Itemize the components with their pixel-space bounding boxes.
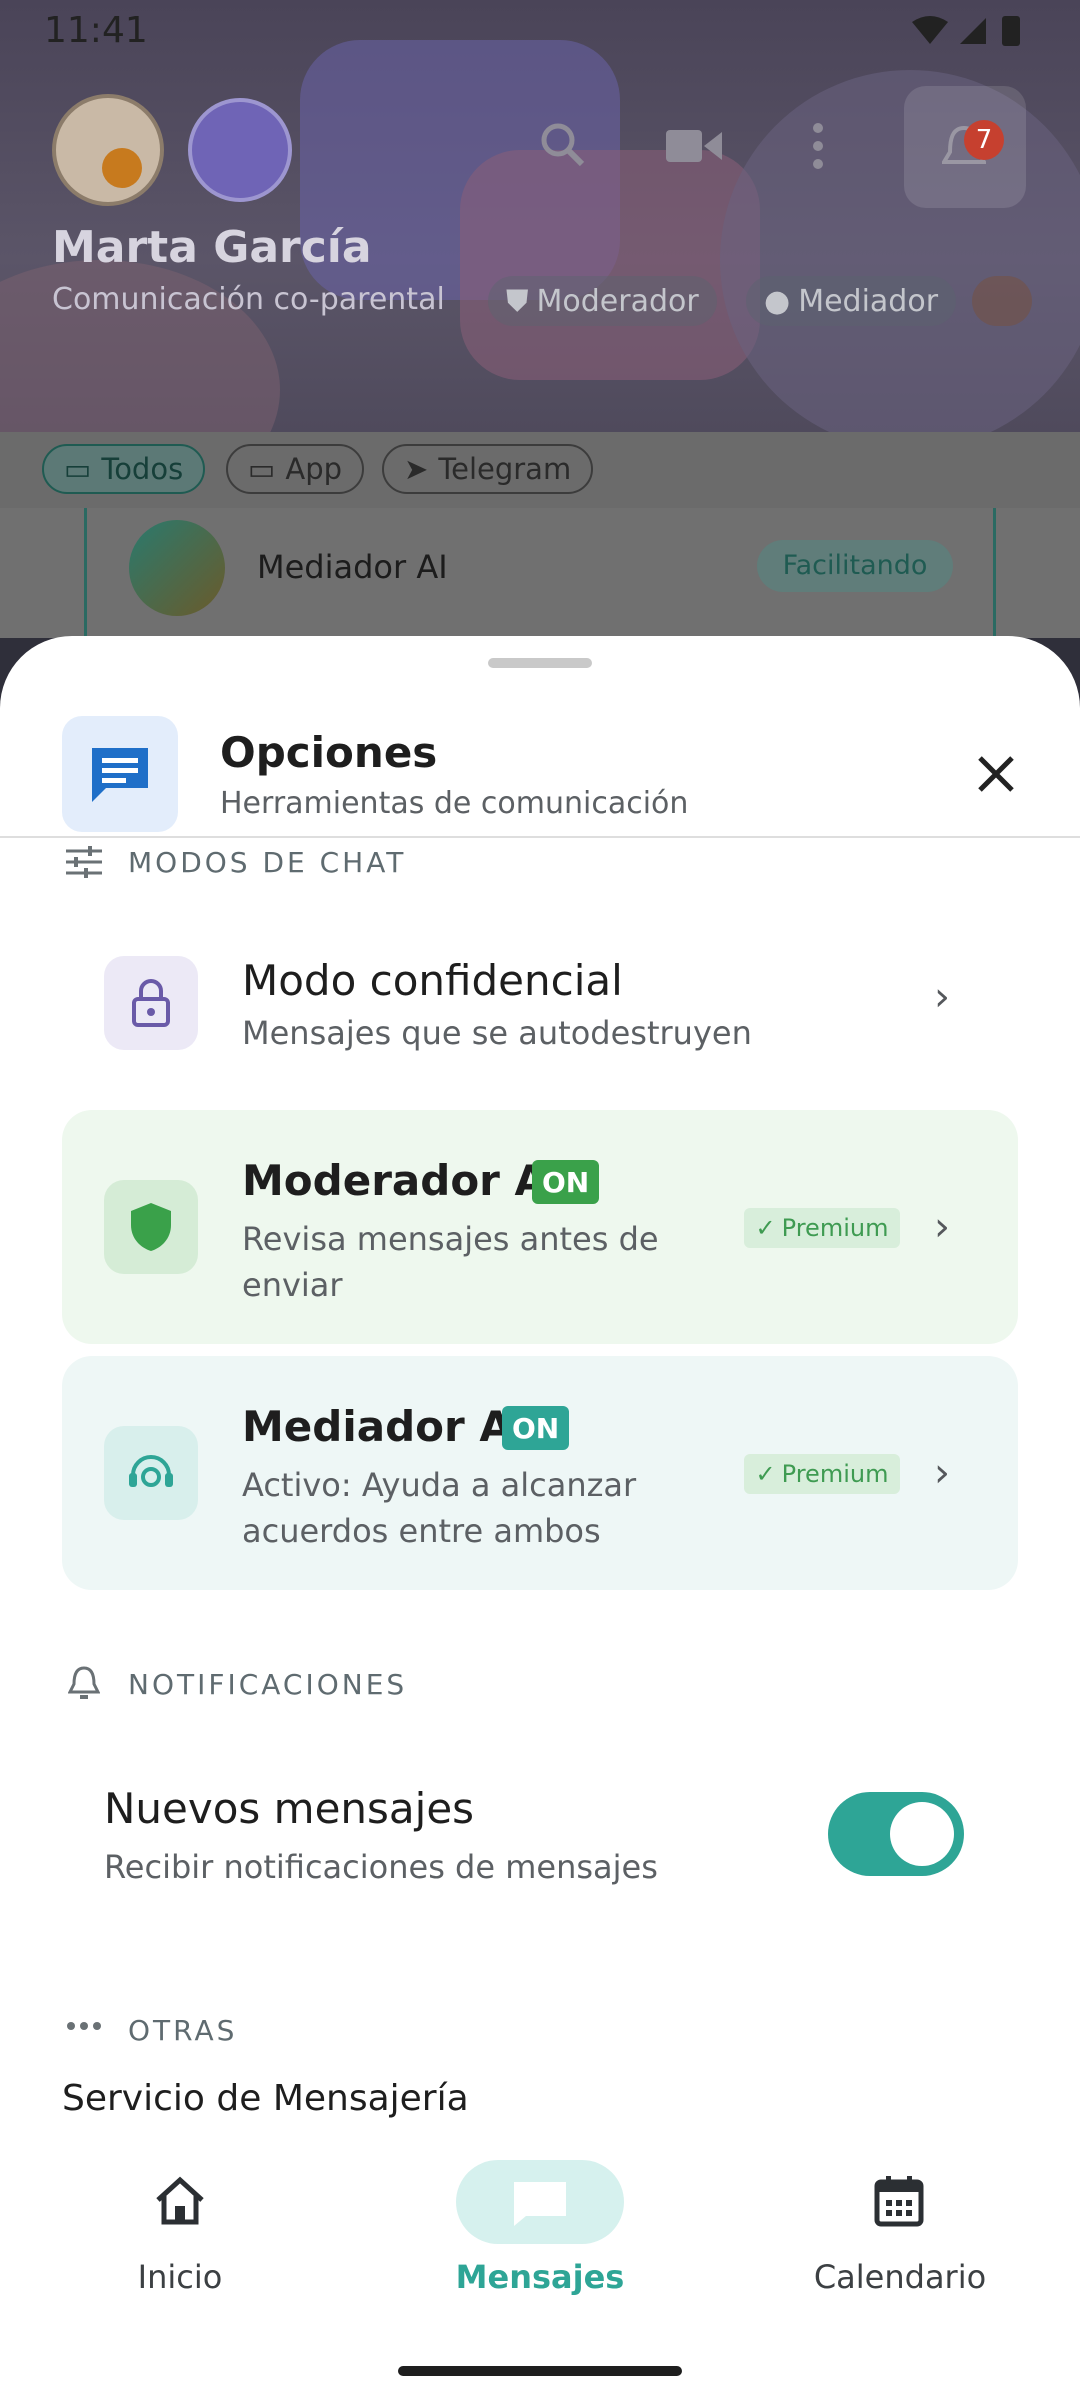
confidential-mode-item[interactable]: Modo confidencial Mensajes que se autode… [62,920,1018,1090]
status-icons [912,16,1020,46]
on-badge: ON [532,1160,600,1204]
sheet-icon-box [62,716,178,832]
premium-label: Premium [781,1214,889,1242]
tune-icon [66,846,102,878]
message-icon [514,2182,566,2226]
support-agent-icon [129,1455,173,1487]
moderator-ai-card[interactable]: Moderador AI ON Revisa mensajes antes de… [62,1110,1018,1344]
nav-home-label[interactable]: Inicio [30,2258,330,2296]
filter-app[interactable]: ▭ App [226,444,365,494]
filter-label: App [285,452,343,486]
gesture-bar[interactable] [398,2366,682,2376]
new-messages-desc: Recibir notificaciones de mensajes [104,1848,658,1886]
status-time: 11:41 [44,10,148,51]
toggle-knob[interactable] [890,1802,954,1866]
filter-telegram[interactable]: ➤ Telegram [382,444,594,494]
profile-header [0,0,1080,432]
badge-icon [102,148,142,188]
item-desc-line2: acuerdos entre ambos [242,1512,601,1550]
item-title: Modo confidencial [242,956,623,1005]
item-desc-line2: enviar [242,1266,343,1304]
drag-handle[interactable] [488,658,592,668]
chevron-right-icon: › [934,974,950,1020]
chevron-right-icon: › [934,1450,950,1496]
user-avatar[interactable] [52,94,164,206]
check-icon: ✓ [755,1214,776,1242]
section-chat-modes: MODOS DE CHAT [128,846,407,879]
item-title: Mediador AI [242,1402,528,1451]
more-vert-icon[interactable] [808,120,828,172]
check-icon: ✓ [755,1460,776,1488]
item-title: Moderador AI [242,1156,563,1205]
premium-label: Premium [781,1460,889,1488]
item-desc-line1: Revisa mensajes antes de [242,1220,659,1258]
more-horiz-icon [67,2022,101,2030]
support-icon-box [104,1426,198,1520]
pin-icon: ● [764,283,791,319]
nav-calendar-label[interactable]: Calendario [750,2258,1050,2296]
divider [0,836,1080,838]
mediator-ai-card[interactable]: Mediador AI ON Activo: Ayuda a alcanzar … [62,1356,1018,1590]
send-icon: ➤ [404,452,429,486]
notification-count-badge: 7 [964,120,1004,160]
notifications-button[interactable]: 7 [904,86,1026,208]
shield-icon: ⛊ [506,283,529,319]
item-desc-line1: Activo: Ayuda a alcanzar [242,1466,637,1504]
sheet-subtitle: Herramientas de comunicación [220,786,689,821]
item-desc: Mensajes que se autodestruyen [242,1014,752,1052]
home-icon[interactable] [154,2176,206,2226]
mediator-avatar [129,520,225,616]
chat-list-item[interactable]: Mediador AI Facilitando [84,508,996,640]
decor-blob [460,150,760,380]
nav-messages-label[interactable]: Mensajes [390,2258,690,2296]
sheet-title: Opciones [220,728,438,777]
shield-icon [131,1203,171,1251]
chat-bubble-icon [92,748,148,802]
lock-icon-box [104,956,198,1050]
on-badge: ON [502,1406,570,1450]
role-chip-moderator: ⛊ Moderador [488,276,717,326]
thermometer-chip [972,276,1032,326]
mediator-avatar[interactable] [188,98,292,202]
role-label: Mediador [798,283,939,319]
section-other: OTRAS [128,2014,238,2047]
filter-label: Telegram [438,452,572,486]
messaging-service-item[interactable]: Servicio de Mensajería [62,2078,469,2119]
profile-name: Marta García [52,222,372,273]
section-notifications: NOTIFICACIONES [128,1668,408,1701]
profile-subtitle: Comunicación co-parental [52,282,445,317]
search-icon[interactable] [538,120,586,168]
message-icon: ▭ [248,452,276,486]
decor-blob [720,70,1080,432]
calendar-icon[interactable] [874,2174,924,2228]
chat-name: Mediador AI [257,548,448,586]
premium-badge: ✓ Premium [744,1454,900,1494]
filter-label: Todos [101,452,184,486]
lock-icon [132,979,170,1027]
chevron-right-icon: › [934,1204,950,1250]
filter-todos[interactable]: ▭ Todos [42,444,206,494]
new-messages-title: Nuevos mensajes [104,1784,475,1833]
shield-icon-box [104,1180,198,1274]
role-chip-mediator: ● Mediador [746,276,957,326]
bell-icon [68,1666,100,1699]
status-badge: Facilitando [757,540,953,592]
role-label: Moderador [536,283,699,319]
close-icon[interactable] [976,754,1016,794]
video-icon[interactable] [666,126,722,166]
premium-badge: ✓ Premium [744,1208,900,1248]
status-bar: 11:41 [0,0,1080,62]
chat-icon: ▭ [64,452,92,486]
